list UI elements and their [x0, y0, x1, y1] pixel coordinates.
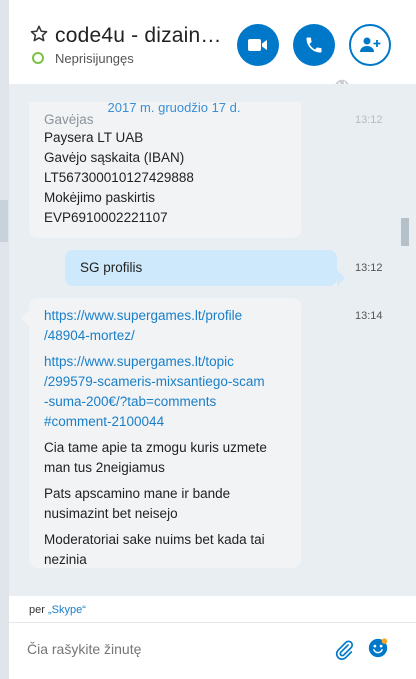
left-scroll-thumb[interactable]	[0, 200, 8, 242]
message-line: Pats apscamino mane ir bande	[44, 486, 231, 501]
message-bubble-incoming[interactable]: https://www.supergames.lt/profile /48904…	[29, 298, 301, 568]
message-line: Paysera LT UAB	[44, 130, 144, 145]
video-icon	[248, 39, 267, 51]
message-bubble-incoming[interactable]: Gavėjas Paysera LT UAB Gavėjo sąskaita (…	[29, 102, 301, 238]
video-call-button[interactable]	[237, 24, 279, 66]
message-timestamp: 13:12	[355, 114, 383, 126]
sent-via-label: per „Skype“	[29, 604, 86, 616]
message-history[interactable]: Gavėjas Paysera LT UAB Gavėjo sąskaita (…	[9, 84, 416, 596]
emoji-icon[interactable]	[367, 637, 389, 659]
conversation-header: code4u - dizain… Neprisijungęs	[9, 0, 416, 98]
star-icon[interactable]	[29, 24, 49, 44]
link-line[interactable]: /299579-scameris-mixsantiego-scam	[44, 372, 286, 392]
message-line: Mokėjimo paskirtis	[44, 190, 156, 205]
message-timestamp: 13:12	[355, 262, 383, 274]
audio-call-button[interactable]	[293, 24, 335, 66]
conversation-panel: code4u - dizain… Neprisijungęs Gavėjas P…	[8, 0, 416, 679]
bubble-tail	[337, 270, 345, 286]
message-link-profile[interactable]: https://www.supergames.lt/profile /48904…	[44, 306, 286, 346]
message-line: Cia tame apie ta zmogu kuris uzmete	[44, 440, 267, 455]
link-line[interactable]: -suma-200€/?tab=comments	[44, 392, 286, 412]
sent-via-skype-link[interactable]: „Skype“	[48, 604, 86, 616]
message-input[interactable]	[27, 641, 317, 657]
message-line: Moderatoriai sake nuims bet kada tai	[44, 532, 265, 547]
message-paragraph: Pats apscamino mane ir bande nusimazint …	[44, 484, 286, 524]
message-line: man tus 2neigiamus	[44, 460, 165, 475]
message-text: SG profilis	[80, 260, 143, 275]
conversation-title[interactable]: code4u - dizain…	[55, 24, 222, 48]
attach-icon[interactable]	[333, 639, 355, 661]
message-composer	[9, 622, 416, 679]
message-line: nusimazint bet neisejo	[44, 506, 178, 521]
presence-status-text: Neprisijungęs	[55, 51, 134, 66]
phone-icon	[306, 37, 322, 53]
bubble-tail	[21, 310, 29, 326]
presence-status-icon	[32, 52, 44, 64]
message-link-topic[interactable]: https://www.supergames.lt/topic /299579-…	[44, 352, 286, 432]
message-line: EVP6910002221107	[44, 210, 168, 225]
chat-scroll-thumb[interactable]	[401, 218, 409, 246]
left-scroll-rail	[0, 0, 8, 679]
message-paragraph: Cia tame apie ta zmogu kuris uzmete man …	[44, 438, 286, 478]
message-line: nezinia	[44, 552, 87, 567]
message-paragraph: Moderatoriai sake nuims bet kada tai nez…	[44, 530, 286, 570]
sent-via-prefix: per	[29, 604, 48, 616]
message-timestamp: 13:14	[355, 310, 383, 322]
add-participant-button[interactable]	[349, 24, 391, 66]
message-bubble-outgoing[interactable]: SG profilis	[65, 250, 337, 286]
message-line: LT567300010127429888	[44, 170, 194, 185]
message-line: Gavėjo sąskaita (IBAN)	[44, 150, 185, 165]
add-contact-icon	[360, 37, 381, 52]
link-line[interactable]: /48904-mortez/	[44, 326, 286, 346]
link-line[interactable]: https://www.supergames.lt/profile	[44, 306, 286, 326]
link-line[interactable]: https://www.supergames.lt/topic	[44, 352, 286, 372]
link-line[interactable]: #comment-2100044	[44, 412, 286, 432]
date-divider: 2017 m. gruodžio 17 d.	[107, 100, 241, 115]
